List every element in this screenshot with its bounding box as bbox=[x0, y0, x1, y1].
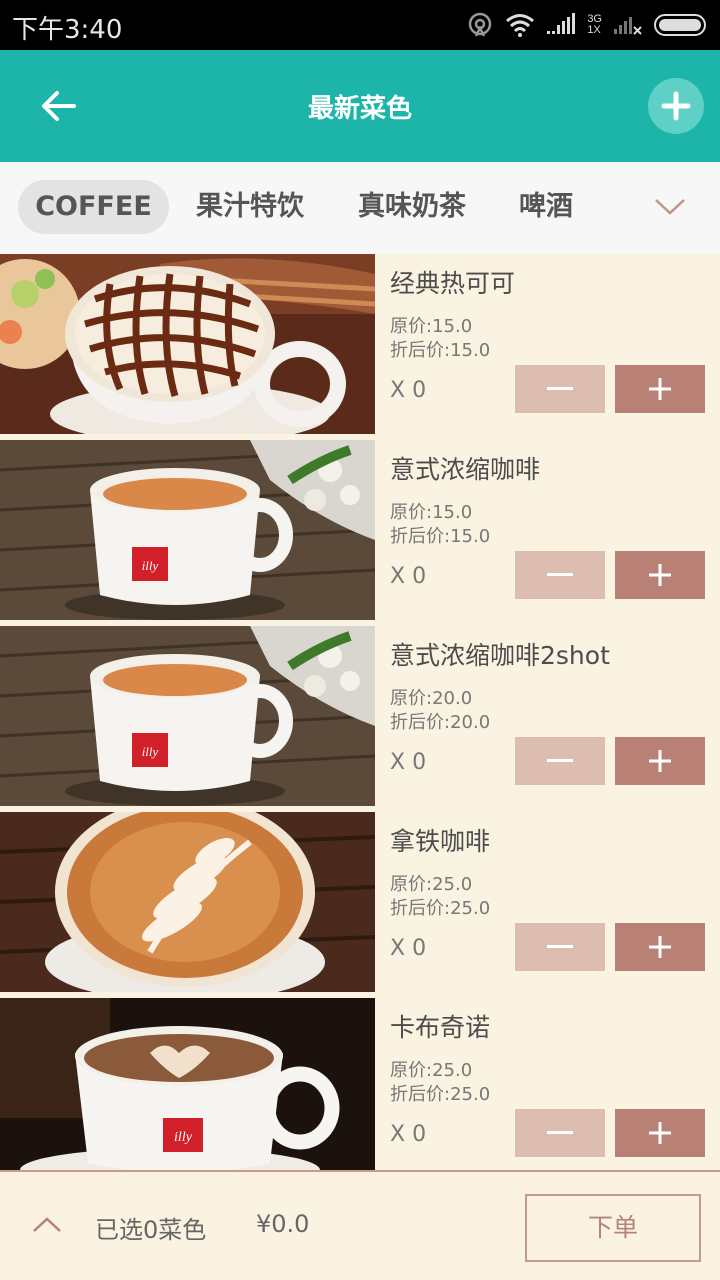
item-info: 拿铁咖啡 原价:25.0 折后价:25.0 X 0 bbox=[375, 812, 720, 992]
status-icons: 3G 1X bbox=[467, 10, 708, 40]
plus-icon bbox=[649, 564, 671, 586]
chevron-down-icon bbox=[655, 199, 685, 215]
category-tabs: COFFEE 果汁特饮 真味奶茶 啤酒 bbox=[0, 162, 720, 254]
increase-button[interactable] bbox=[615, 1109, 705, 1157]
hotspot-icon bbox=[469, 12, 492, 37]
svg-text:illy: illy bbox=[174, 1130, 193, 1145]
item-quantity: X 0 bbox=[390, 936, 427, 961]
signal-strength-icon bbox=[547, 13, 576, 34]
cart-bar: 已选0菜色 ¥0.0 下单 bbox=[0, 1170, 720, 1280]
item-original-price: 原价:15.0 bbox=[390, 316, 473, 337]
item-original-price: 原价:15.0 bbox=[390, 502, 473, 523]
item-quantity: X 0 bbox=[390, 378, 427, 403]
menu-item: illy 意式浓缩咖啡2shot 原价:20.0 折后价:20.0 X 0 bbox=[0, 626, 720, 806]
item-discount-price: 折后价:25.0 bbox=[390, 1084, 491, 1105]
tabs-expand-button[interactable] bbox=[650, 192, 690, 222]
item-original-price: 原价:25.0 bbox=[390, 1060, 473, 1081]
item-name: 意式浓缩咖啡 bbox=[390, 455, 541, 484]
item-image: illy bbox=[0, 998, 375, 1170]
network-type: 3G 1X bbox=[587, 14, 602, 36]
minus-icon bbox=[547, 387, 573, 390]
item-name: 拿铁咖啡 bbox=[390, 827, 491, 856]
menu-item: illy 意式浓缩咖啡 原价:15.0 折后价:15.0 X 0 bbox=[0, 440, 720, 620]
increase-button[interactable] bbox=[615, 923, 705, 971]
item-discount-price: 折后价:25.0 bbox=[390, 898, 491, 919]
item-name: 经典热可可 bbox=[390, 269, 516, 298]
cart-expand-button[interactable] bbox=[30, 1210, 64, 1240]
status-bar: 下午3:40 3G 1X bbox=[0, 0, 720, 50]
item-image: illy bbox=[0, 626, 375, 806]
menu-item: illy 卡布奇诺 原价:25.0 折后价:25.0 X 0 bbox=[0, 998, 720, 1170]
minus-icon bbox=[547, 759, 573, 762]
item-name: 卡布奇诺 bbox=[390, 1013, 491, 1042]
plus-icon bbox=[661, 91, 691, 121]
decrease-button[interactable] bbox=[515, 365, 605, 413]
menu-item: 经典热可可 原价:15.0 折后价:15.0 X 0 bbox=[0, 254, 720, 434]
tab-milk-tea[interactable]: 真味奶茶 bbox=[352, 180, 472, 234]
plus-icon bbox=[649, 1122, 671, 1144]
item-original-price: 原价:20.0 bbox=[390, 688, 473, 709]
increase-button[interactable] bbox=[615, 365, 705, 413]
item-quantity: X 0 bbox=[390, 564, 427, 589]
battery-icon bbox=[654, 14, 706, 36]
tab-juice[interactable]: 果汁特饮 bbox=[190, 180, 310, 234]
network-type-bottom: 1X bbox=[587, 24, 601, 36]
wifi-icon bbox=[506, 14, 535, 37]
minus-icon bbox=[547, 1131, 573, 1134]
plus-icon bbox=[649, 936, 671, 958]
item-image: illy bbox=[0, 440, 375, 620]
plus-icon bbox=[649, 378, 671, 400]
increase-button[interactable] bbox=[615, 551, 705, 599]
minus-icon bbox=[547, 573, 573, 576]
increase-button[interactable] bbox=[615, 737, 705, 785]
svg-text:illy: illy bbox=[142, 744, 159, 759]
menu-list: 经典热可可 原价:15.0 折后价:15.0 X 0 illy 意式浓缩咖啡 原… bbox=[0, 254, 720, 1170]
order-button[interactable]: 下单 bbox=[525, 1194, 701, 1262]
selected-count: 已选0菜色 bbox=[95, 1216, 207, 1244]
item-quantity: X 0 bbox=[390, 1122, 427, 1147]
tab-beer[interactable]: 啤酒 bbox=[512, 180, 580, 234]
item-quantity: X 0 bbox=[390, 750, 427, 775]
chevron-up-icon bbox=[33, 1217, 61, 1232]
item-info: 意式浓缩咖啡2shot 原价:20.0 折后价:20.0 X 0 bbox=[375, 626, 720, 806]
item-discount-price: 折后价:15.0 bbox=[390, 340, 491, 361]
item-info: 经典热可可 原价:15.0 折后价:15.0 X 0 bbox=[375, 254, 720, 434]
item-info: 卡布奇诺 原价:25.0 折后价:25.0 X 0 bbox=[375, 998, 720, 1170]
total-price: ¥0.0 bbox=[256, 1210, 310, 1238]
item-name: 意式浓缩咖啡2shot bbox=[390, 641, 610, 670]
svg-text:illy: illy bbox=[142, 558, 159, 573]
decrease-button[interactable] bbox=[515, 923, 605, 971]
item-image bbox=[0, 812, 375, 992]
item-original-price: 原价:25.0 bbox=[390, 874, 473, 895]
item-image bbox=[0, 254, 375, 434]
no-signal-icon bbox=[614, 17, 642, 35]
plus-icon bbox=[649, 750, 671, 772]
decrease-button[interactable] bbox=[515, 551, 605, 599]
item-discount-price: 折后价:20.0 bbox=[390, 712, 491, 733]
item-discount-price: 折后价:15.0 bbox=[390, 526, 491, 547]
page-title: 最新菜色 bbox=[307, 94, 412, 124]
decrease-button[interactable] bbox=[515, 737, 605, 785]
decrease-button[interactable] bbox=[515, 1109, 605, 1157]
app-bar: 最新菜色 bbox=[0, 50, 720, 162]
status-time: 下午3:40 bbox=[12, 15, 123, 45]
tab-coffee[interactable]: COFFEE bbox=[18, 180, 169, 234]
menu-item: 拿铁咖啡 原价:25.0 折后价:25.0 X 0 bbox=[0, 812, 720, 992]
minus-icon bbox=[547, 945, 573, 948]
add-button[interactable] bbox=[648, 78, 704, 134]
item-info: 意式浓缩咖啡 原价:15.0 折后价:15.0 X 0 bbox=[375, 440, 720, 620]
